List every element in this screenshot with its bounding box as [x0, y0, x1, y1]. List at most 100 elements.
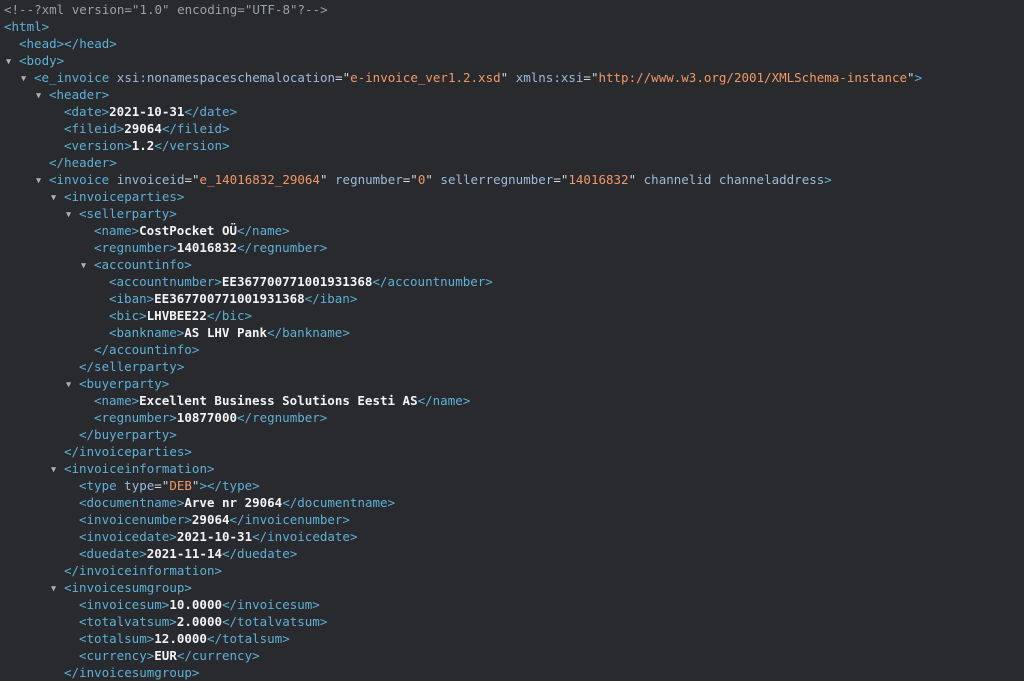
- text-content: Excellent Business Solutions Eesti AS: [139, 393, 417, 408]
- tree-row[interactable]: </buyerparty>: [0, 426, 1024, 443]
- tag-token: <iban>: [109, 291, 154, 306]
- tree-row[interactable]: <totalsum>12.0000</totalsum>: [0, 630, 1024, 647]
- tree-row[interactable]: <regnumber>10877000</regnumber>: [0, 409, 1024, 426]
- tag-token: <header>: [49, 87, 109, 102]
- tag-token: <invoicedate>: [79, 529, 177, 544]
- tree-row[interactable]: <iban>EE367700771001931368</iban>: [0, 290, 1024, 307]
- expand-arrow-icon[interactable]: ▼: [6, 54, 19, 71]
- tree-row[interactable]: </accountinfo>: [0, 341, 1024, 358]
- tag-token: <regnumber>: [94, 410, 177, 425]
- tree-row[interactable]: <accountnumber>EE367700771001931368</acc…: [0, 273, 1024, 290]
- tag-token: </buyerparty>: [79, 427, 177, 442]
- tree-row[interactable]: <duedate>2021-11-14</duedate>: [0, 545, 1024, 562]
- tag-token: ></type>: [199, 478, 259, 493]
- tree-row[interactable]: <bic>LHVBEE22</bic>: [0, 307, 1024, 324]
- tag-token: </currency>: [177, 648, 260, 663]
- tree-row[interactable]: ▼<e_invoice xsi:nonamespaceschemalocatio…: [0, 69, 1024, 86]
- punctuation-token: ": [501, 70, 516, 85]
- tree-row[interactable]: ▼<invoicesumgroup>: [0, 579, 1024, 596]
- attr-name-token: regnumber: [335, 172, 403, 187]
- tag-token: <bankname>: [109, 325, 184, 340]
- tree-row[interactable]: <invoicesum>10.0000</invoicesum>: [0, 596, 1024, 613]
- tree-row[interactable]: <!--?xml version="1.0" encoding="UTF-8"?…: [0, 1, 1024, 18]
- punctuation-token: =": [403, 172, 418, 187]
- tree-row[interactable]: ▼<body>: [0, 52, 1024, 69]
- tree-row[interactable]: <date>2021-10-31</date>: [0, 103, 1024, 120]
- attr-value-token: 14016832: [568, 172, 628, 187]
- tag-token: <documentname>: [79, 495, 184, 510]
- tree-row[interactable]: <documentname>Arve nr 29064</documentnam…: [0, 494, 1024, 511]
- comment-token: <!--?xml version="1.0" encoding="UTF-8"?…: [4, 2, 328, 17]
- punctuation-token: =": [154, 478, 169, 493]
- tree-row[interactable]: <version>1.2</version>: [0, 137, 1024, 154]
- tree-row[interactable]: </invoicesumgroup>: [0, 664, 1024, 681]
- tree-row[interactable]: </invoiceparties>: [0, 443, 1024, 460]
- tree-row[interactable]: <currency>EUR</currency>: [0, 647, 1024, 664]
- tree-row[interactable]: </header>: [0, 154, 1024, 171]
- attr-name-token: channeladdress: [719, 172, 824, 187]
- expand-arrow-icon[interactable]: ▼: [51, 581, 64, 598]
- tag-token: <date>: [64, 104, 109, 119]
- expand-arrow-icon[interactable]: ▼: [21, 71, 34, 88]
- tree-row[interactable]: <fileid>29064</fileid>: [0, 120, 1024, 137]
- tree-row[interactable]: <head></head>: [0, 35, 1024, 52]
- tree-row[interactable]: <bankname>AS LHV Pank</bankname>: [0, 324, 1024, 341]
- punctuation-token: =": [335, 70, 350, 85]
- tree-row[interactable]: ▼<invoiceinformation>: [0, 460, 1024, 477]
- tree-row[interactable]: ▼<buyerparty>: [0, 375, 1024, 392]
- tree-row[interactable]: <type type="DEB"></type>: [0, 477, 1024, 494]
- tag-token: <type: [79, 478, 117, 493]
- text-content: 14016832: [177, 240, 237, 255]
- tree-row[interactable]: <name>CostPocket OÜ</name>: [0, 222, 1024, 239]
- tree-row[interactable]: <invoicenumber>29064</invoicenumber>: [0, 511, 1024, 528]
- expand-arrow-icon[interactable]: ▼: [51, 462, 64, 479]
- expand-arrow-icon[interactable]: ▼: [81, 258, 94, 275]
- tag-token: </duedate>: [222, 546, 297, 561]
- tree-row[interactable]: <invoicedate>2021-10-31</invoicedate>: [0, 528, 1024, 545]
- attr-value-token: DEB: [169, 478, 192, 493]
- attr-name-token: sellerregnumber: [440, 172, 553, 187]
- tag-token: <name>: [94, 393, 139, 408]
- expand-arrow-icon[interactable]: ▼: [51, 190, 64, 207]
- tag-token: </regnumber>: [237, 240, 327, 255]
- punctuation-token: ": [629, 172, 644, 187]
- tree-row[interactable]: ▼<invoice invoiceid="e_14016832_29064" r…: [0, 171, 1024, 188]
- tree-row[interactable]: ▼<accountinfo>: [0, 256, 1024, 273]
- expand-arrow-icon[interactable]: ▼: [36, 173, 49, 190]
- tag-token: <html>: [4, 19, 49, 34]
- tree-row[interactable]: ▼<sellerparty>: [0, 205, 1024, 222]
- punctuation-token: =": [583, 70, 598, 85]
- tree-row[interactable]: ▼<invoiceparties>: [0, 188, 1024, 205]
- tag-token: </documentname>: [282, 495, 395, 510]
- tree-row[interactable]: </sellerparty>: [0, 358, 1024, 375]
- tree-row[interactable]: </invoiceinformation>: [0, 562, 1024, 579]
- expand-arrow-icon[interactable]: ▼: [66, 377, 79, 394]
- tag-token: </header>: [49, 155, 117, 170]
- punctuation-token: [109, 70, 117, 85]
- tag-token: </accountinfo>: [94, 342, 199, 357]
- tag-token: <head></head>: [19, 36, 117, 51]
- tree-row[interactable]: ▼<header>: [0, 86, 1024, 103]
- text-content: 29064: [192, 512, 230, 527]
- tag-token: </bic>: [207, 308, 252, 323]
- text-content: 2021-10-31: [109, 104, 184, 119]
- attr-name-token: xsi:nonamespaceschemalocation: [117, 70, 335, 85]
- tag-token: <accountnumber>: [109, 274, 222, 289]
- tree-row[interactable]: <name>Excellent Business Solutions Eesti…: [0, 392, 1024, 409]
- tree-row[interactable]: <html>: [0, 18, 1024, 35]
- tag-token: </sellerparty>: [79, 359, 184, 374]
- tree-row[interactable]: <totalvatsum>2.0000</totalvatsum>: [0, 613, 1024, 630]
- tree-row[interactable]: <regnumber>14016832</regnumber>: [0, 239, 1024, 256]
- tag-token: </invoiceparties>: [64, 444, 192, 459]
- tag-token: <version>: [64, 138, 132, 153]
- punctuation-token: =": [553, 172, 568, 187]
- tag-token: </accountnumber>: [372, 274, 492, 289]
- tag-token: </totalvatsum>: [222, 614, 327, 629]
- expand-arrow-icon[interactable]: ▼: [36, 88, 49, 105]
- tag-token: </iban>: [305, 291, 358, 306]
- expand-arrow-icon[interactable]: ▼: [66, 207, 79, 224]
- text-content: 10877000: [177, 410, 237, 425]
- tag-token: <e_invoice: [34, 70, 109, 85]
- text-content: 29064: [124, 121, 162, 136]
- tag-token: <accountinfo>: [94, 257, 192, 272]
